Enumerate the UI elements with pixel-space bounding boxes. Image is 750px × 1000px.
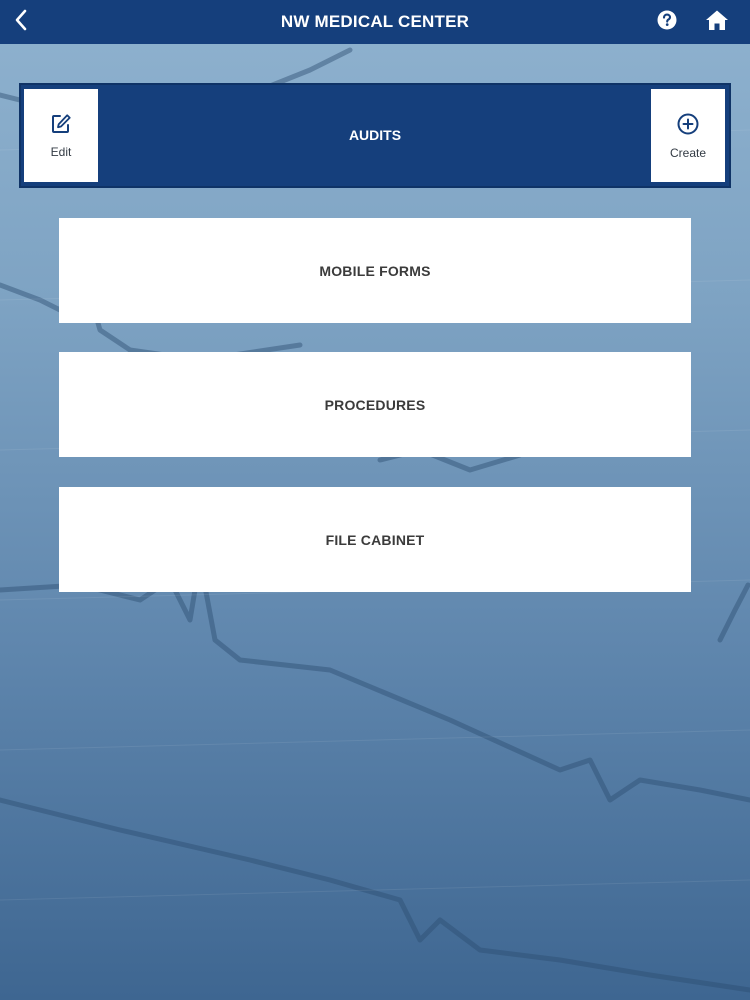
question-circle-icon	[657, 10, 677, 35]
plus-circle-icon	[676, 112, 700, 141]
menu-item-mobile-forms[interactable]: MOBILE FORMS	[59, 218, 691, 323]
menu-item-procedures[interactable]: PROCEDURES	[59, 352, 691, 457]
menu-item-label: MOBILE FORMS	[319, 262, 431, 279]
audits-section-bar: Edit AUDITS Create	[19, 83, 731, 188]
page-title: NW MEDICAL CENTER	[280, 12, 470, 31]
create-button[interactable]: Create	[651, 89, 725, 182]
back-button[interactable]	[4, 0, 38, 44]
menu-item-label: FILE CABINET	[325, 531, 425, 548]
menu-item-file-cabinet[interactable]: FILE CABINET	[59, 487, 691, 592]
help-button[interactable]	[654, 8, 680, 36]
top-navigation-bar: NW MEDICAL CENTER	[0, 0, 750, 44]
edit-button[interactable]: Edit	[24, 89, 98, 182]
home-icon	[705, 9, 729, 36]
chevron-left-icon	[14, 9, 28, 36]
create-label: Create	[669, 145, 707, 160]
home-button[interactable]	[701, 6, 733, 38]
audits-title[interactable]: AUDITS	[101, 85, 649, 186]
edit-icon	[50, 113, 72, 140]
menu-item-label: PROCEDURES	[324, 396, 426, 413]
edit-label: Edit	[50, 144, 72, 159]
